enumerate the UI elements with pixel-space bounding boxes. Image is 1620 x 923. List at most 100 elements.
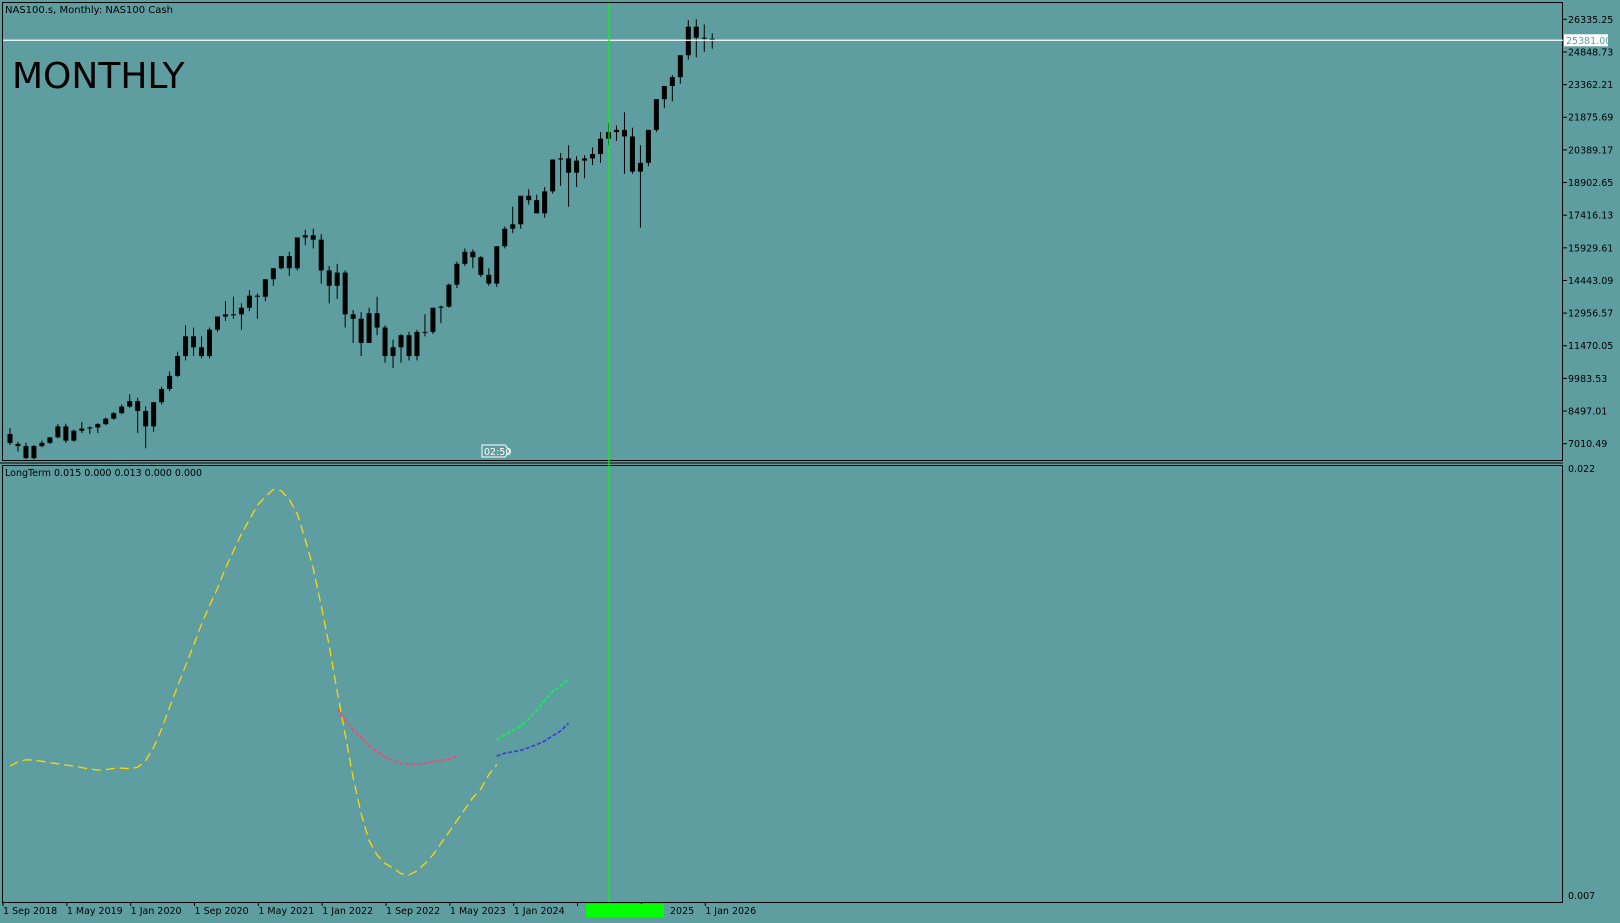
candle-body: [103, 418, 109, 425]
candle-body: [222, 314, 228, 317]
candle-body: [159, 389, 165, 403]
candle-body: [382, 327, 388, 357]
candle-body: [454, 263, 460, 285]
candle-body: [438, 306, 444, 308]
candle-body: [398, 335, 404, 348]
time-tick-label: 1 Sep 2018: [3, 906, 57, 917]
candle-body: [669, 77, 675, 86]
candle-body: [63, 426, 69, 441]
time-tick-label: 1 May 2021: [258, 906, 314, 917]
candle-body: [582, 158, 588, 161]
candle-body: [358, 318, 364, 343]
chart-canvas: 26335.25 24848.73 23362.21 21875.69 20389.17…: [0, 0, 1620, 923]
candle-body: [278, 256, 284, 269]
candle-body: [430, 307, 436, 332]
candle-body: [23, 446, 29, 459]
time-tick-label: 1 Jan 2024: [514, 906, 565, 917]
candle-body: [374, 313, 380, 328]
price-tick-label: 12956.57: [1568, 309, 1613, 320]
candle-body: [87, 427, 93, 429]
candle-body: [111, 413, 117, 419]
candle-body: [526, 195, 532, 201]
candle-body: [310, 235, 316, 240]
indicator-title: LongTerm 0.015 0.000 0.013 0.000 0.000: [5, 468, 202, 479]
candle-body: [645, 129, 651, 163]
candle-body: [342, 272, 348, 315]
candle-body: [294, 237, 300, 269]
price-tick-label: 23362.21: [1568, 80, 1613, 91]
candle-body: [7, 434, 13, 443]
cursor-time-highlight: [586, 904, 664, 917]
candle-body: [637, 162, 643, 172]
candle-body: [119, 406, 125, 414]
candle-body: [214, 316, 220, 330]
price-tick-label: 11470.05: [1568, 341, 1613, 352]
candle-body: [15, 443, 21, 447]
candle-body: [502, 228, 508, 247]
timeframe-watermark: MONTHLY: [12, 56, 186, 97]
time-tick-label: 1 Sep 2020: [195, 906, 249, 917]
candle-body: [462, 251, 468, 264]
candle-body: [478, 257, 484, 275]
candle-body: [71, 430, 77, 441]
price-tick-label: 14443.09: [1568, 276, 1613, 287]
candle-body: [470, 251, 476, 258]
candle-body: [143, 410, 149, 427]
candle-body: [534, 200, 540, 214]
candle-body: [175, 356, 181, 376]
candle-body: [167, 375, 173, 390]
candle-body: [558, 158, 564, 160]
time-tick-label: 1 Jan 2022: [322, 906, 373, 917]
indicator-ymax-label: 0.022: [1568, 464, 1595, 475]
candle-body: [246, 295, 252, 308]
chart-background: [0, 0, 1620, 923]
candle-body: [270, 268, 276, 280]
candle-body: [95, 424, 101, 428]
candle-body: [47, 437, 53, 443]
indicator-ymin-label: 0.007: [1568, 891, 1595, 902]
candle-body: [661, 85, 667, 100]
price-tick-label: 18902.65: [1568, 178, 1613, 189]
candle-body: [598, 138, 604, 155]
candle-body: [302, 235, 308, 238]
price-tick-label: 9983.53: [1568, 374, 1607, 385]
price-tick-label: 17416.13: [1568, 211, 1613, 222]
candle-body: [685, 26, 691, 56]
candle-body: [510, 224, 516, 229]
candle-body: [55, 426, 61, 438]
candle-body: [550, 159, 556, 192]
candle-body: [31, 446, 37, 459]
candle-body: [207, 329, 212, 357]
time-tick-label: 1 May 2019: [67, 906, 123, 917]
candle-body: [693, 26, 699, 38]
candle-body: [621, 129, 627, 137]
candle-body: [677, 55, 683, 78]
countdown-badge: 02:50: [481, 444, 511, 458]
price-tick-label: 8497.01: [1568, 407, 1607, 418]
candle-body: [286, 256, 292, 269]
candle-body: [566, 158, 572, 173]
candle-body: [486, 274, 492, 284]
candle-body: [199, 347, 205, 357]
candle-body: [414, 331, 420, 357]
candle-body: [254, 295, 260, 297]
candle-body: [183, 336, 189, 357]
current-price-tag: 25381.00: [1564, 34, 1611, 47]
time-tick-label: 1 Jan 2026: [705, 906, 756, 917]
candle-body: [366, 313, 372, 343]
candle-body: [629, 136, 635, 172]
candle-body: [238, 307, 244, 315]
price-tick-label: 26335.25: [1568, 15, 1613, 26]
candle-body: [39, 442, 45, 447]
candle-body: [350, 314, 356, 319]
price-tick-label: 21875.69: [1568, 113, 1613, 124]
candle-body: [701, 37, 707, 39]
candle-body: [191, 336, 197, 348]
time-tick-label: 1 Sep 2022: [386, 906, 440, 917]
candle-body: [135, 401, 141, 411]
time-tick-label: 1 Jan 2020: [131, 906, 182, 917]
symbol-title: NAS100.s, Monthly: NAS100 Cash: [5, 5, 173, 16]
candle-body: [318, 239, 324, 271]
price-tick-label: 24848.73: [1568, 47, 1613, 58]
candle-body: [494, 246, 500, 284]
